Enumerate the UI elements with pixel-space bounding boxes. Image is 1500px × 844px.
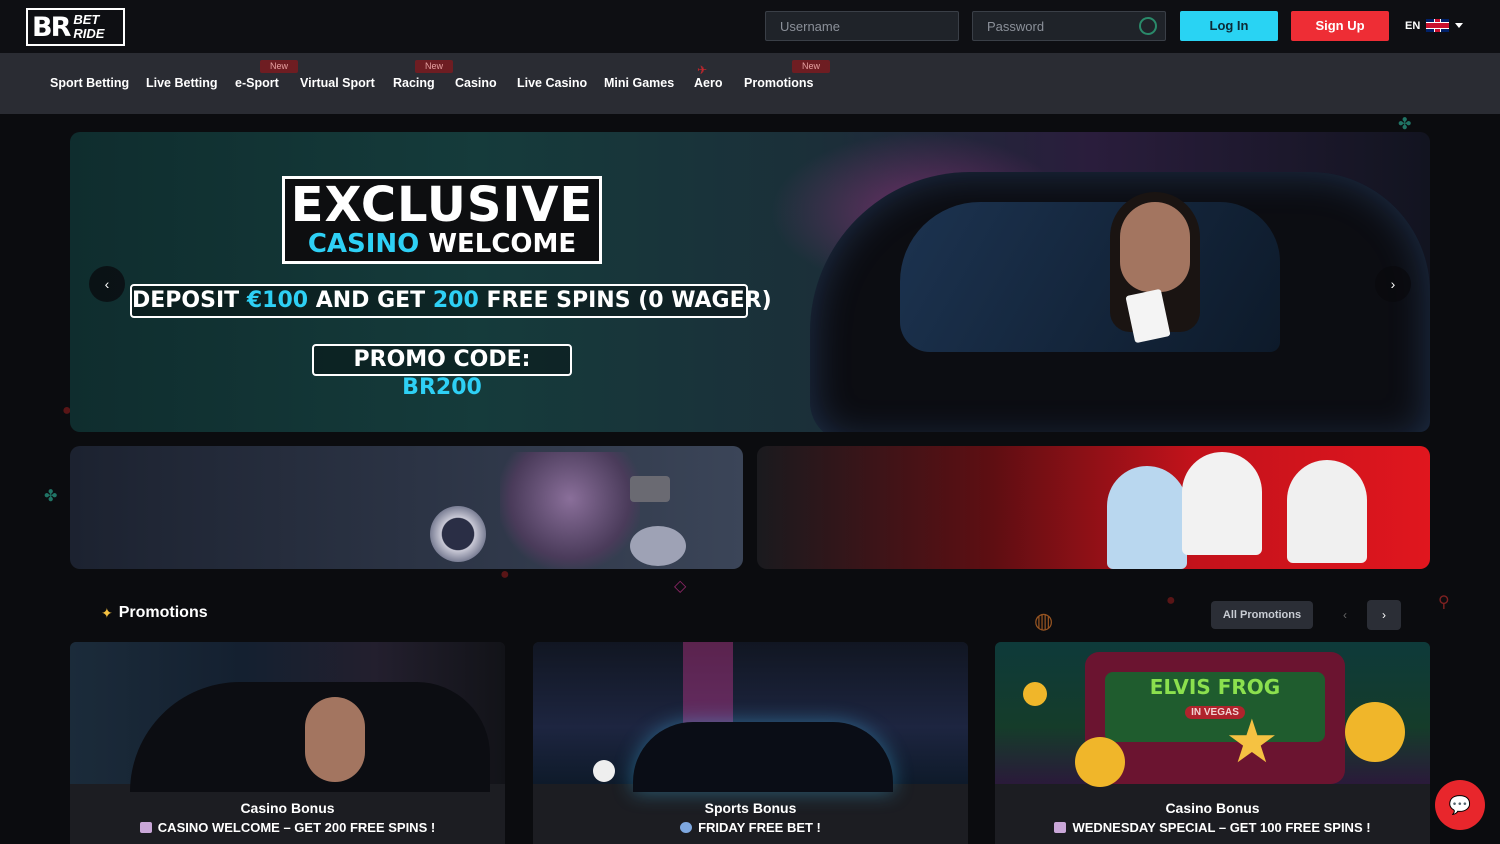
basketball-icon: ◍: [1034, 608, 1054, 633]
sparkle-icon: ✦: [101, 604, 113, 621]
nav-esport[interactable]: e-Sport: [235, 76, 279, 90]
coin-icon: [1023, 682, 1047, 706]
chip-icon: ●: [1166, 592, 1176, 609]
globe-icon: [680, 822, 693, 833]
promo-card[interactable]: Sports Bonus FRIDAY FREE BET !: [533, 642, 968, 844]
password-placeholder: Password: [987, 19, 1045, 34]
hero-headline: EXCLUSIVE CASINO WELCOME: [282, 176, 602, 264]
promo-card-image: [70, 642, 505, 792]
promo-card-title: Sports Bonus: [704, 800, 797, 816]
promo-card-title: Casino Bonus: [1165, 800, 1260, 816]
hero-prev-button[interactable]: ‹: [89, 266, 125, 302]
clover-icon: ✤: [1398, 116, 1412, 133]
coin-icon: [1075, 737, 1125, 787]
promo-card-subtitle: FRIDAY FREE BET !: [533, 820, 968, 835]
hero-offer: DEPOSIT €100 AND GET 200 FREE SPINS (0 W…: [130, 284, 772, 318]
elvis-frog-logo-text: ELVIS FROG: [1149, 675, 1281, 699]
show-password-icon[interactable]: [1139, 17, 1157, 35]
astronaut-illustration: [430, 506, 486, 562]
nav-casino[interactable]: Casino: [455, 76, 497, 90]
driver-illustration: [1120, 202, 1190, 292]
nav-sport-betting[interactable]: Sport Betting: [50, 76, 129, 90]
slot-machine-icon: [139, 822, 152, 833]
promo-card-subtitle: WEDNESDAY SPECIAL – GET 100 FREE SPINS !: [995, 820, 1430, 835]
nav-virtual-sport[interactable]: Virtual Sport: [300, 76, 375, 90]
nav-racing[interactable]: Racing: [393, 76, 435, 90]
site-logo[interactable]: BR BET RIDE: [26, 8, 125, 46]
language-selector[interactable]: EN: [1405, 19, 1464, 32]
plane-icon: ✈: [697, 63, 708, 77]
nav-mini-games[interactable]: Mini Games: [604, 76, 674, 90]
nav-live-betting[interactable]: Live Betting: [146, 76, 218, 90]
top-bar: BR BET RIDE Username Password Log In Sig…: [0, 0, 1500, 53]
promo-card[interactable]: ELVIS FROG IN VEGAS ★ Casino Bonus WEDNE…: [995, 642, 1430, 844]
new-badge: New: [415, 60, 453, 73]
username-input[interactable]: Username: [765, 11, 959, 41]
dwarf-illustration: [500, 452, 640, 569]
star-icon: ★: [1225, 708, 1279, 775]
clover-icon: ✤: [44, 488, 58, 505]
password-input[interactable]: Password: [972, 11, 1166, 41]
hero-banner[interactable]: EXCLUSIVE CASINO WELCOME DEPOSIT €100 AN…: [70, 132, 1430, 432]
promo-card-image: [533, 642, 968, 792]
nav-live-casino[interactable]: Live Casino: [517, 76, 587, 90]
promo-card-image: ELVIS FROG IN VEGAS ★: [995, 642, 1430, 787]
athlete-illustration: [1182, 452, 1262, 555]
logo-text-top: BET: [73, 12, 100, 27]
coin-icon: [1345, 702, 1405, 762]
signup-button[interactable]: Sign Up: [1291, 11, 1389, 41]
chevron-down-icon: [1455, 23, 1464, 28]
chat-button[interactable]: 💬: [1435, 780, 1485, 830]
main-nav: Sport Betting Live Betting New e-Sport V…: [0, 53, 1500, 114]
hero-next-button[interactable]: ›: [1375, 266, 1411, 302]
hammer-illustration: [630, 476, 670, 502]
chat-icon: 💬: [1448, 795, 1472, 815]
promo-card-title: Casino Bonus: [240, 800, 335, 816]
coin-illustration: [630, 526, 686, 566]
slot-machine-icon: [1054, 822, 1067, 833]
hero-promo-code: PROMO CODE: BR200: [312, 344, 572, 400]
uk-flag-icon: [1426, 19, 1450, 32]
cherry-icon: ⚲: [1438, 594, 1450, 611]
promotions-next-button[interactable]: ›: [1367, 600, 1401, 630]
athlete-illustration: [1287, 460, 1367, 563]
promo-card[interactable]: Casino Bonus CASINO WELCOME – GET 200 FR…: [70, 642, 505, 844]
casino-games-banner[interactable]: [70, 446, 743, 569]
football-icon: [593, 760, 615, 782]
diamond-icon: ◇: [674, 578, 687, 595]
new-badge: New: [260, 60, 298, 73]
promotions-heading: ✦ Promotions: [101, 604, 208, 621]
athlete-illustration: [1107, 466, 1187, 569]
promotions-prev-button[interactable]: ‹: [1328, 600, 1362, 630]
sports-banner[interactable]: [757, 446, 1430, 569]
nav-promotions[interactable]: Promotions: [744, 76, 813, 90]
all-promotions-button[interactable]: All Promotions: [1211, 601, 1313, 629]
new-badge: New: [792, 60, 830, 73]
logo-text-bottom: RIDE: [73, 26, 105, 41]
nav-aero[interactable]: Aero: [694, 76, 722, 90]
promo-card-subtitle: CASINO WELCOME – GET 200 FREE SPINS !: [70, 820, 505, 835]
logo-mark: BR: [32, 11, 71, 43]
language-code: EN: [1405, 19, 1421, 32]
login-button[interactable]: Log In: [1180, 11, 1278, 41]
